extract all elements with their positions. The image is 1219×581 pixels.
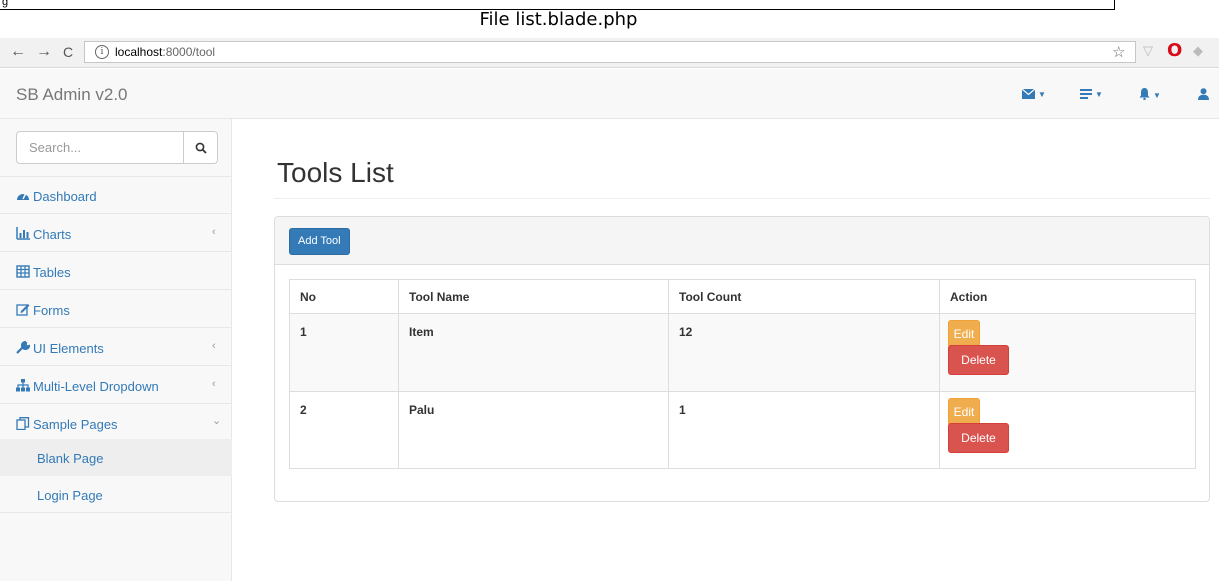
column-header-tool-count: Tool Count — [668, 279, 940, 314]
caption-title: File list.blade.php — [479, 9, 638, 30]
chevron-down-icon: ▼ — [1153, 91, 1161, 100]
forward-icon[interactable]: → — [36, 43, 52, 61]
table-header-row: No Tool Name Tool Count Action — [289, 279, 1196, 314]
sidebar-search: Search... — [0, 119, 232, 177]
browser-toolbar: ← → C i localhost:8000/tool — [0, 38, 1219, 68]
edit-button[interactable]: Edit — [948, 398, 980, 426]
cell-tool-name: Palu — [398, 391, 669, 469]
column-header-action: Action — [939, 279, 1196, 314]
top-navbar: SB Admin v2.0 ▼ ▼ ▼ — [0, 69, 1219, 119]
sidebar-subitem-label: Blank Page — [37, 451, 104, 466]
url-text: localhost:8000/tool — [115, 45, 216, 59]
chevron-left-icon: ‹ — [212, 340, 216, 352]
bar-chart-icon — [16, 227, 30, 240]
sidebar-item-dashboard[interactable]: Dashboard — [0, 177, 232, 214]
brand-title[interactable]: SB Admin v2.0 — [16, 85, 128, 105]
address-bar[interactable]: i localhost:8000/tool — [84, 41, 1136, 63]
dashboard-icon — [17, 193, 29, 200]
delete-button[interactable]: Delete — [948, 345, 1009, 375]
messages-dropdown[interactable]: ▼ — [1021, 88, 1046, 102]
sidebar-item-sample-pages[interactable]: Sample Pages ⌄ — [0, 405, 232, 442]
alerts-dropdown[interactable]: ▼ — [1139, 88, 1161, 103]
tasks-dropdown[interactable]: ▼ — [1080, 88, 1103, 102]
sidebar-item-charts[interactable]: Charts ‹ — [0, 215, 232, 252]
page-title: Tools List — [277, 157, 394, 188]
sidebar-item-tables[interactable]: Tables — [0, 253, 232, 290]
sidebar-item-multi-level-dropdown[interactable]: Multi-Level Dropdown ‹ — [0, 367, 232, 404]
sidebar-item-label: Forms — [33, 303, 70, 318]
files-icon — [16, 417, 30, 430]
chevron-left-icon: ‹ — [212, 378, 216, 390]
table-row: 2 Palu 1 Edit Delete — [289, 391, 1196, 469]
cell-action: Edit Delete — [939, 313, 1196, 392]
sidebar-item-label: Multi-Level Dropdown — [33, 379, 159, 394]
edit-icon — [16, 304, 30, 316]
extension-icon[interactable]: ◆ — [1193, 43, 1203, 59]
sidebar-item-label: Charts — [33, 227, 72, 242]
site-info-icon[interactable]: i — [95, 45, 109, 59]
chevron-down-icon: ⌄ — [212, 415, 222, 427]
caption-strip: g File list.blade.php — [0, 0, 1219, 38]
table-row: 1 Item 12 Edit Delete — [289, 313, 1196, 392]
chevron-left-icon: ‹ — [212, 226, 216, 238]
opera-icon[interactable]: O — [1167, 40, 1182, 61]
search-icon — [195, 142, 207, 154]
cell-no: 2 — [289, 391, 399, 469]
sidebar-subitem-blank-page[interactable]: Blank Page — [0, 439, 232, 476]
cell-action: Edit Delete — [939, 391, 1196, 469]
bookmark-star-icon[interactable]: ☆ — [1112, 43, 1125, 61]
sidebar-subitem-login-page[interactable]: Login Page — [0, 476, 232, 513]
title-divider — [274, 198, 1210, 199]
reload-icon[interactable]: C — [63, 43, 73, 61]
sidebar-item-label: UI Elements — [33, 341, 104, 356]
column-header-tool-name: Tool Name — [398, 279, 669, 314]
envelope-icon — [1021, 88, 1036, 99]
delete-button[interactable]: Delete — [948, 423, 1009, 453]
cell-tool-count: 1 — [668, 391, 940, 469]
sidebar-item-forms[interactable]: Forms — [0, 291, 232, 328]
tools-table: No Tool Name Tool Count Action 1 Item 12… — [289, 279, 1196, 469]
search-button[interactable] — [183, 131, 218, 164]
search-input[interactable]: Search... — [16, 131, 184, 164]
shield-extension-icon[interactable]: ▽ — [1143, 43, 1153, 59]
sidebar-item-label: Tables — [33, 265, 71, 280]
wrench-icon — [16, 341, 30, 354]
sidebar-item-ui-elements[interactable]: UI Elements ‹ — [0, 329, 232, 366]
cell-tool-count: 12 — [668, 313, 940, 392]
panel-header: Add Tool — [275, 217, 1209, 265]
chevron-down-icon: ▼ — [1038, 90, 1046, 99]
add-tool-button[interactable]: Add Tool — [289, 228, 350, 255]
chevron-down-icon: ▼ — [1095, 90, 1103, 99]
cell-no: 1 — [289, 313, 399, 392]
cell-tool-name: Item — [398, 313, 669, 392]
table-icon — [16, 265, 30, 278]
sitemap-icon — [16, 379, 30, 392]
bell-icon — [1139, 88, 1150, 101]
sidebar-item-label: Sample Pages — [33, 417, 118, 432]
column-header-no: No — [289, 279, 399, 314]
sidebar-item-label: Dashboard — [33, 189, 97, 204]
user-dropdown[interactable] — [1198, 88, 1209, 103]
sidebar-subitem-label: Login Page — [37, 488, 103, 503]
user-icon — [1198, 88, 1209, 100]
back-icon[interactable]: ← — [10, 43, 26, 61]
tools-panel: Add Tool No Tool Name Tool Count Action … — [274, 216, 1210, 502]
sidebar: Search... Dashboard Charts ‹ Tables Form… — [0, 119, 232, 581]
tasks-icon — [1080, 89, 1092, 99]
edit-button[interactable]: Edit — [948, 320, 980, 348]
caption-corner-glyph: g — [2, 0, 9, 8]
